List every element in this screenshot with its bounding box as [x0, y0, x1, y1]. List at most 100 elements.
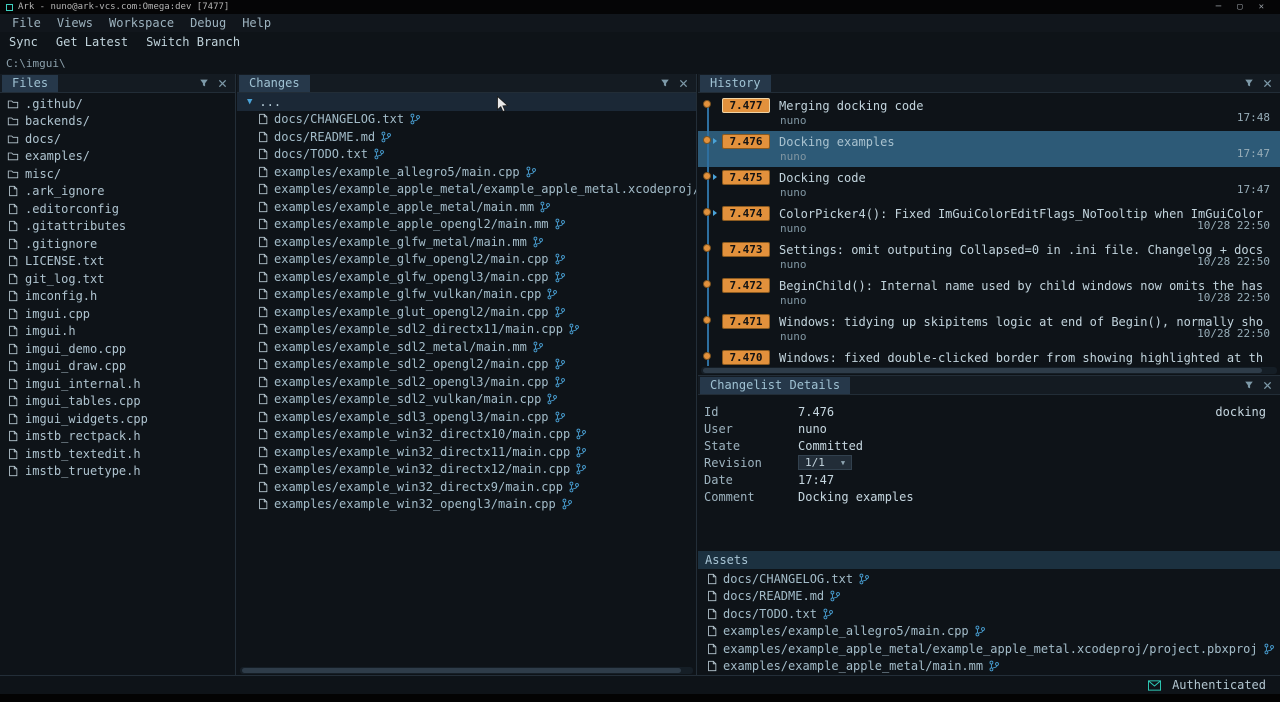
- file-tree-item[interactable]: imgui_tables.cpp: [0, 393, 235, 411]
- changed-file-row[interactable]: examples/example_sdl2_vulkan/main.cpp: [237, 391, 696, 409]
- file-tree-item[interactable]: git_log.txt: [0, 270, 235, 288]
- file-tree-item[interactable]: imstb_textedit.h: [0, 445, 235, 463]
- file-tree-item[interactable]: misc/: [0, 165, 235, 183]
- changed-file-row[interactable]: examples/example_sdl3_opengl3/main.cpp: [237, 408, 696, 426]
- close-icon[interactable]: [1263, 79, 1272, 88]
- horizontal-scrollbar[interactable]: [701, 367, 1277, 374]
- close-icon[interactable]: [679, 79, 688, 88]
- asset-row[interactable]: examples/example_apple_metal/main.mm: [698, 658, 1280, 676]
- asset-row[interactable]: docs/CHANGELOG.txt: [698, 570, 1280, 588]
- toolbar-get-latest-button[interactable]: Get Latest: [47, 35, 137, 49]
- file-icon: [706, 573, 718, 585]
- changed-file-row[interactable]: examples/example_glfw_metal/main.mm: [237, 233, 696, 251]
- detail-field-revision: Revision1/1▼: [704, 454, 1276, 471]
- file-tree-item[interactable]: imstb_truetype.h: [0, 463, 235, 481]
- history-commit-row[interactable]: 7.474ColorPicker4(): Fixed ImGuiColorEdi…: [698, 203, 1280, 239]
- asset-row[interactable]: examples/example_apple_metal/example_app…: [698, 640, 1280, 658]
- commit-user: nuno: [780, 150, 807, 163]
- file-tree-item[interactable]: .editorconfig: [0, 200, 235, 218]
- changed-file-name: examples/example_glfw_metal/main.mm: [274, 235, 527, 249]
- maximize-button[interactable]: ▢: [1237, 2, 1242, 12]
- changed-file-row[interactable]: docs/CHANGELOG.txt: [237, 111, 696, 129]
- history-commit-row[interactable]: 7.470Windows: fixed double-clicked borde…: [698, 347, 1280, 366]
- file-tree-item[interactable]: imgui_widgets.cpp: [0, 410, 235, 428]
- filter-icon[interactable]: [660, 78, 670, 88]
- changed-file-name: docs/TODO.txt: [274, 147, 368, 161]
- filter-icon[interactable]: [1244, 380, 1254, 390]
- changed-file-row[interactable]: examples/example_sdl2_opengl3/main.cpp: [237, 373, 696, 391]
- changed-file-name: examples/example_glfw_opengl2/main.cpp: [274, 252, 549, 266]
- changed-file-row[interactable]: examples/example_win32_directx10/main.cp…: [237, 426, 696, 444]
- history-panel-title[interactable]: History: [700, 75, 771, 92]
- file-tree-item[interactable]: .ark_ignore: [0, 183, 235, 201]
- asset-row[interactable]: docs/README.md: [698, 588, 1280, 606]
- commit-time: 10/28 22:50: [1197, 219, 1270, 232]
- file-tree-item[interactable]: imconfig.h: [0, 288, 235, 306]
- details-panel-title[interactable]: Changelist Details: [700, 377, 850, 394]
- menu-views[interactable]: Views: [49, 16, 101, 30]
- history-commit-row[interactable]: 7.475Docking codenuno17:47: [698, 167, 1280, 203]
- changed-file-row[interactable]: examples/example_sdl2_opengl2/main.cpp: [237, 356, 696, 374]
- horizontal-scrollbar[interactable]: [240, 667, 693, 674]
- minimize-button[interactable]: ─: [1216, 2, 1221, 12]
- file-tree-item[interactable]: .gitattributes: [0, 218, 235, 236]
- scrollbar-thumb[interactable]: [703, 368, 1262, 373]
- file-tree-item[interactable]: LICENSE.txt: [0, 253, 235, 271]
- toolbar-switch-branch-button[interactable]: Switch Branch: [137, 35, 249, 49]
- close-icon[interactable]: [1263, 381, 1272, 390]
- current-path: C:\imgui\: [6, 57, 66, 70]
- file-tree-item[interactable]: imgui_demo.cpp: [0, 340, 235, 358]
- close-button[interactable]: ✕: [1259, 2, 1264, 12]
- menu-debug[interactable]: Debug: [182, 16, 234, 30]
- menu-workspace[interactable]: Workspace: [101, 16, 182, 30]
- changed-file-row[interactable]: examples/example_allegro5/main.cpp: [237, 163, 696, 181]
- asset-row[interactable]: docs/TODO.txt: [698, 605, 1280, 623]
- changed-file-row[interactable]: examples/example_glut_opengl2/main.cpp: [237, 303, 696, 321]
- close-icon[interactable]: [218, 79, 227, 88]
- changed-file-row[interactable]: examples/example_apple_opengl2/main.mm: [237, 216, 696, 234]
- history-commit-row[interactable]: 7.476Docking examplesnuno17:47: [698, 131, 1280, 167]
- changed-file-row[interactable]: docs/TODO.txt: [237, 146, 696, 164]
- changed-file-row[interactable]: examples/example_sdl2_metal/main.mm: [237, 338, 696, 356]
- changed-file-row[interactable]: examples/example_win32_directx12/main.cp…: [237, 461, 696, 479]
- revision-dropdown[interactable]: 1/1▼: [798, 455, 852, 470]
- changed-file-row[interactable]: examples/example_win32_opengl3/main.cpp: [237, 496, 696, 514]
- menu-file[interactable]: File: [4, 16, 49, 30]
- collapse-caret-icon[interactable]: ▼: [247, 97, 252, 107]
- file-tree-item[interactable]: imgui_draw.cpp: [0, 358, 235, 376]
- file-tree-item[interactable]: .gitignore: [0, 235, 235, 253]
- filter-icon[interactable]: [199, 78, 209, 88]
- history-commit-row[interactable]: 7.472BeginChild(): Internal name used by…: [698, 275, 1280, 311]
- changes-panel-title[interactable]: Changes: [239, 75, 310, 92]
- history-commit-row[interactable]: 7.477Merging docking codenuno17:48: [698, 95, 1280, 131]
- branch-icon: [532, 236, 544, 248]
- changelist-details-panel: Changelist Details Id7.476dockingUsernun…: [698, 376, 1280, 675]
- file-tree-item[interactable]: imgui_internal.h: [0, 375, 235, 393]
- assets-header[interactable]: Assets: [698, 551, 1280, 569]
- changed-file-row[interactable]: examples/example_apple_metal/main.mm: [237, 198, 696, 216]
- filter-icon[interactable]: [1244, 78, 1254, 88]
- changed-file-row[interactable]: examples/example_sdl2_directx11/main.cpp: [237, 321, 696, 339]
- file-tree-item[interactable]: examples/: [0, 148, 235, 166]
- file-tree-item[interactable]: backends/: [0, 113, 235, 131]
- changed-file-row[interactable]: examples/example_apple_metal/example_app…: [237, 181, 696, 199]
- changed-file-row[interactable]: examples/example_glfw_vulkan/main.cpp: [237, 286, 696, 304]
- file-tree-item[interactable]: imgui.cpp: [0, 305, 235, 323]
- file-tree-item[interactable]: docs/: [0, 130, 235, 148]
- scrollbar-thumb[interactable]: [242, 668, 681, 673]
- changed-file-row[interactable]: examples/example_win32_directx11/main.cp…: [237, 443, 696, 461]
- changes-root-row[interactable]: ▼...: [237, 93, 696, 111]
- changed-file-row[interactable]: examples/example_win32_directx9/main.cpp: [237, 478, 696, 496]
- toolbar-sync-button[interactable]: Sync: [0, 35, 47, 49]
- changed-file-row[interactable]: examples/example_glfw_opengl2/main.cpp: [237, 251, 696, 269]
- file-tree-item[interactable]: imgui.h: [0, 323, 235, 341]
- changed-file-row[interactable]: docs/README.md: [237, 128, 696, 146]
- file-tree-item[interactable]: imstb_rectpack.h: [0, 428, 235, 446]
- file-tree-item[interactable]: .github/: [0, 95, 235, 113]
- menu-help[interactable]: Help: [234, 16, 279, 30]
- changed-file-row[interactable]: examples/example_glfw_opengl3/main.cpp: [237, 268, 696, 286]
- history-commit-row[interactable]: 7.473Settings: omit outputing Collapsed=…: [698, 239, 1280, 275]
- asset-row[interactable]: examples/example_allegro5/main.cpp: [698, 623, 1280, 641]
- files-panel-title[interactable]: Files: [2, 75, 58, 92]
- history-commit-row[interactable]: 7.471Windows: tidying up skipitems logic…: [698, 311, 1280, 347]
